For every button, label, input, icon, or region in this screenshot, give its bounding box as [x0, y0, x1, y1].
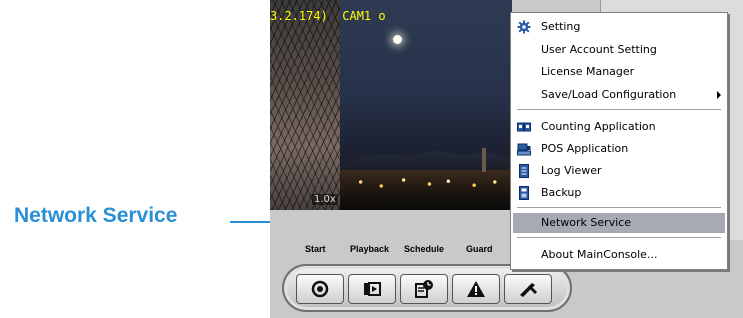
- context-menu: Setting User Account Setting License Man…: [510, 12, 728, 270]
- warning-icon: [467, 281, 485, 297]
- menu-item-label: Backup: [541, 186, 582, 199]
- menu-item-pos-application[interactable]: POS Application: [513, 139, 725, 159]
- zoom-level: 1.0x: [312, 194, 338, 205]
- backup-icon: [519, 186, 529, 200]
- schedule-button[interactable]: [400, 274, 448, 304]
- menu-item-label: Save/Load Configuration: [541, 88, 677, 101]
- guard-button[interactable]: [452, 274, 500, 304]
- schedule-icon: [415, 280, 433, 298]
- menu-item-log-viewer[interactable]: Log Viewer: [513, 161, 725, 181]
- moon: [393, 35, 402, 44]
- start-button[interactable]: [296, 274, 344, 304]
- playback-button[interactable]: [348, 274, 396, 304]
- menu-item-label: About MainConsole...: [541, 248, 658, 261]
- menu-item-about-mainconsole[interactable]: About MainConsole...: [513, 245, 725, 265]
- callout-label: Network Service: [14, 204, 178, 227]
- guard-label: Guard: [466, 244, 493, 254]
- camera-title: 3.2.174) CAM1 o: [270, 9, 386, 23]
- menu-item-label: POS Application: [541, 142, 629, 155]
- menu-item-network-service[interactable]: Network Service: [513, 213, 725, 233]
- menu-separator: [517, 207, 721, 209]
- menu-separator: [517, 237, 721, 239]
- playback-label: Playback: [350, 244, 390, 254]
- menu-item-label: Setting: [541, 20, 581, 33]
- tower: [482, 148, 486, 172]
- log-icon: [519, 164, 529, 178]
- playback-icon: [364, 282, 381, 296]
- city-lights: [340, 170, 512, 210]
- counter-icon: [517, 122, 531, 132]
- menu-item-user-account-setting[interactable]: User Account Setting: [513, 40, 725, 60]
- tools-icon: [520, 283, 538, 297]
- camera-left-region: [270, 0, 340, 210]
- menu-item-label: Log Viewer: [541, 164, 602, 177]
- menu-item-label: License Manager: [541, 65, 635, 78]
- menu-item-license-manager[interactable]: License Manager: [513, 62, 725, 82]
- toolbar-labels: Start Playback Schedule Guard: [270, 244, 510, 258]
- menu-item-label: Counting Application: [541, 120, 656, 133]
- submenu-arrow-icon: [717, 91, 721, 99]
- menu-item-save-load-configuration[interactable]: Save/Load Configuration: [513, 85, 725, 105]
- menu-item-label: Network Service: [541, 216, 632, 229]
- menu-item-label: User Account Setting: [541, 43, 657, 56]
- main-toolbar: [282, 264, 572, 312]
- start-label: Start: [305, 244, 326, 254]
- camera-view[interactable]: [270, 0, 512, 210]
- menu-separator: [517, 109, 721, 111]
- menu-item-counting-application[interactable]: Counting Application: [513, 117, 725, 137]
- config-button[interactable]: [504, 274, 552, 304]
- schedule-label: Schedule: [404, 244, 445, 254]
- menu-item-setting[interactable]: Setting: [513, 17, 725, 37]
- record-icon: [311, 280, 329, 298]
- pos-icon: [517, 143, 531, 156]
- gear-icon: [517, 20, 531, 34]
- menu-item-backup[interactable]: Backup: [513, 183, 725, 203]
